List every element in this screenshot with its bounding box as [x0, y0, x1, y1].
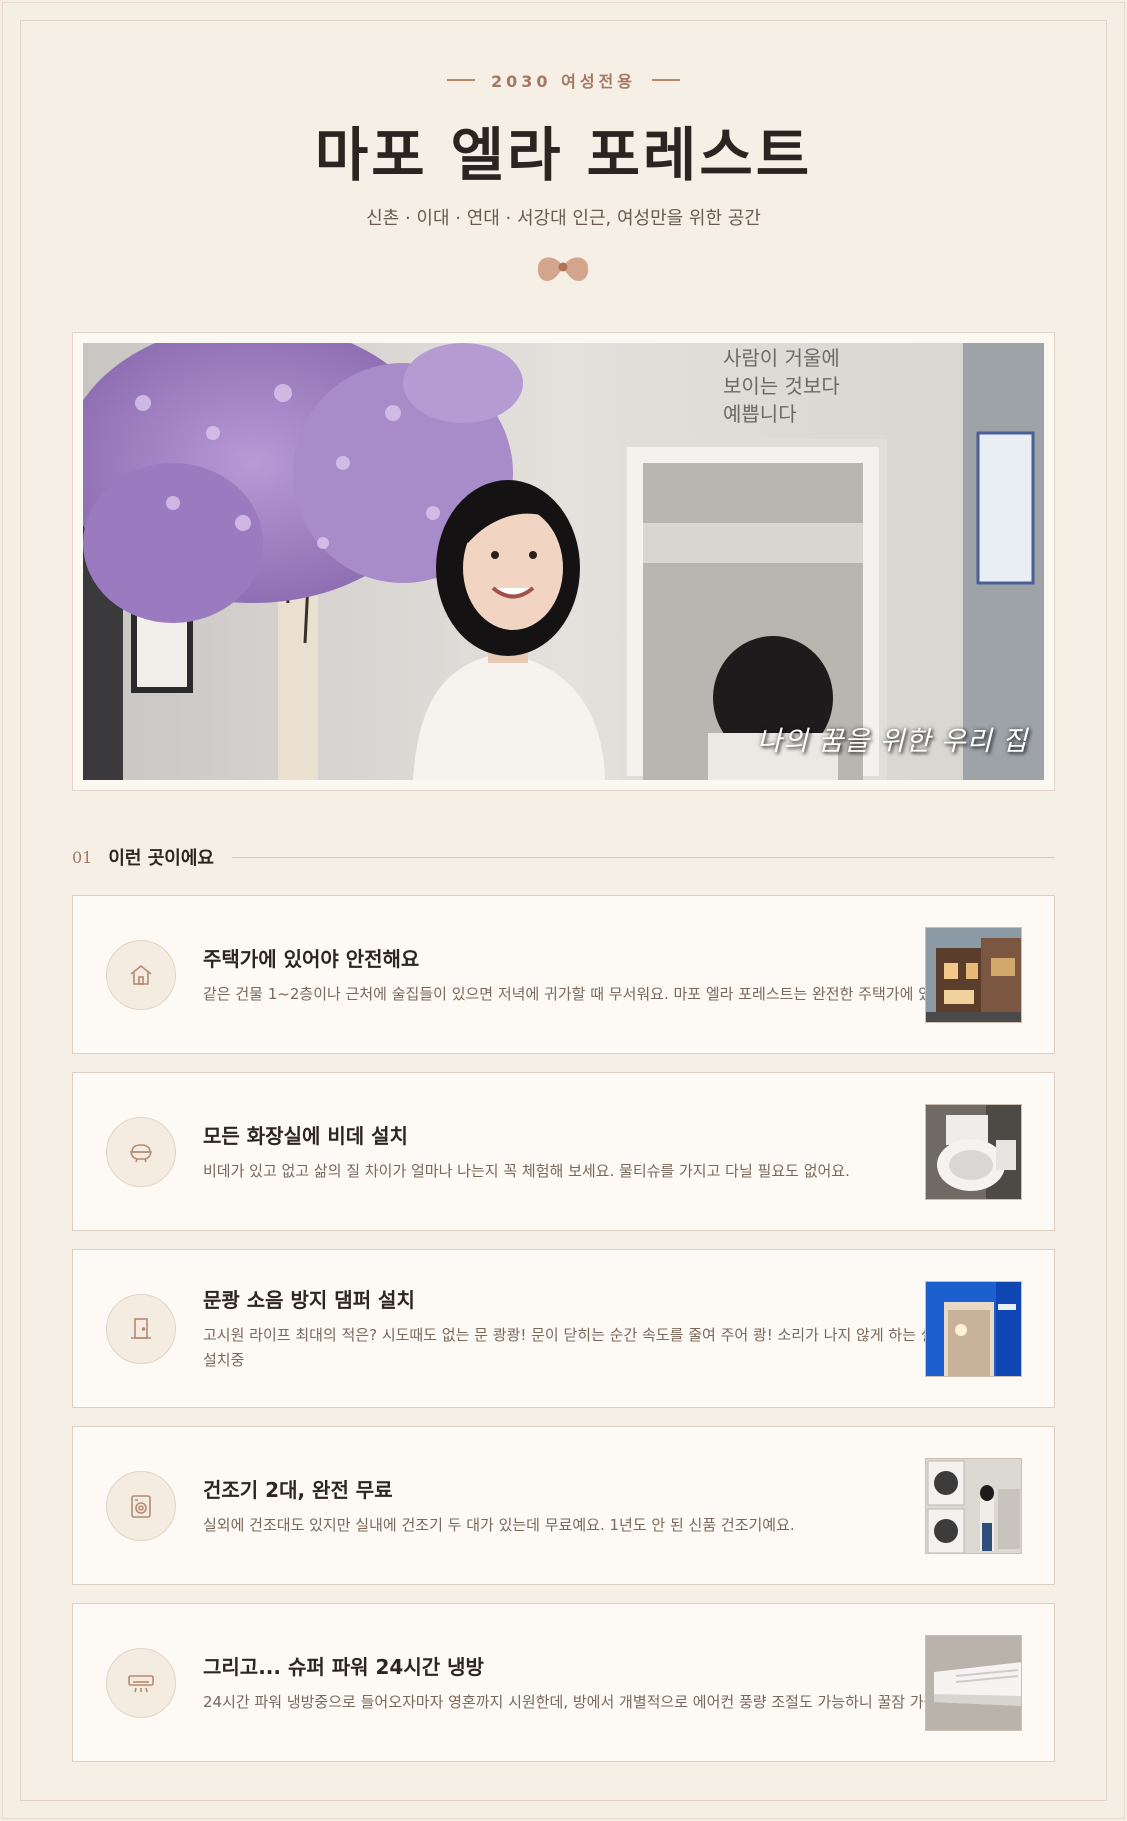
feature-title: 모든 화장실에 비데 설치: [203, 1123, 408, 1148]
aircon-icon: [106, 1648, 176, 1718]
tag-line-right: [651, 79, 680, 81]
house-icon: [106, 940, 176, 1010]
section-divider: [232, 856, 1055, 858]
feature-description: 비데가 있고 없고 삶의 질 차이가 얼마나 나는지 꼭 체험해 보세요. 물티…: [203, 1161, 850, 1180]
header-tag: 2030 여성전용: [0, 66, 1127, 94]
feature-thumbnail: [925, 1281, 1022, 1377]
page-title: 마포 엘라 포레스트: [314, 121, 813, 189]
feature-description: 같은 건물 1~2층이나 근처에 술집들이 있으면 저녁에 귀가할 때 무서워요…: [203, 984, 965, 1003]
dryer-icon: [106, 1471, 176, 1541]
hero-caption: 나의 꿈을 위한 우리 집: [757, 726, 1028, 757]
svg-text:보이는 것보다: 보이는 것보다: [723, 374, 840, 398]
feature-description: 고시원 라이프 최대의 적은? 시도때도 없는 문 쾅쾅! 문이 닫히는 순간 …: [203, 1326, 963, 1369]
feature-thumbnail: [925, 1104, 1022, 1200]
tag-line-left: [447, 79, 475, 81]
svg-text:사람이 거울에: 사람이 거울에: [723, 346, 840, 370]
hero-illustration: 사람이 거울에 보이는 것보다 예쁩니다: [83, 343, 1044, 780]
feature-card: 그리고... 슈퍼 파워 24시간 냉방 24시간 파워 냉방중으로 들어오자마…: [72, 1603, 1055, 1762]
section-title: 이런 곳이에요: [108, 848, 214, 869]
feature-card: 문쾅 소음 방지 댐퍼 설치 고시원 라이프 최대의 적은? 시도때도 없는 문…: [72, 1249, 1055, 1408]
feature-thumbnail: [925, 1635, 1022, 1731]
feature-thumbnail: [925, 1458, 1022, 1554]
bow-ornament-icon: [537, 257, 589, 281]
svg-text:예쁩니다: 예쁩니다: [723, 402, 797, 426]
feature-card: 모든 화장실에 비데 설치 비데가 있고 없고 삶의 질 차이가 얼마나 나는지…: [72, 1072, 1055, 1231]
page-subtitle: 신촌 · 이대 · 연대 · 서강대 인근, 여성만을 위한 공간: [366, 208, 761, 229]
feature-title: 그리고... 슈퍼 파워 24시간 냉방: [203, 1654, 484, 1679]
door-icon: [106, 1294, 176, 1364]
feature-title: 문쾅 소음 방지 댐퍼 설치: [203, 1288, 415, 1312]
feature-description: 24시간 파워 냉방중으로 들어오자마자 영혼까지 시원한데, 방에서 개별적으…: [203, 1692, 943, 1711]
feature-title: 건조기 2대, 완전 무료: [203, 1477, 393, 1502]
feature-title: 주택가에 있어야 안전해요: [203, 946, 420, 971]
feature-card: 건조기 2대, 완전 무료 실외에 건조대도 있지만 실내에 건조기 두 대가 …: [72, 1426, 1055, 1585]
feature-thumbnail: [925, 927, 1022, 1023]
hero-photo: 사람이 거울에 보이는 것보다 예쁩니다 나의 꿈을 위한 우리 집: [83, 343, 1044, 780]
feature-card: 주택가에 있어야 안전해요 같은 건물 1~2층이나 근처에 술집들이 있으면 …: [72, 895, 1055, 1054]
bidet-icon: [106, 1117, 176, 1187]
section-header: 01 이런 곳이에요: [72, 842, 1055, 872]
tag-text: 2030 여성전용: [491, 72, 636, 91]
feature-description: 실외에 건조대도 있지만 실내에 건조기 두 대가 있는데 무료예요. 1년도 …: [203, 1515, 795, 1534]
section-number: 01: [72, 847, 93, 867]
